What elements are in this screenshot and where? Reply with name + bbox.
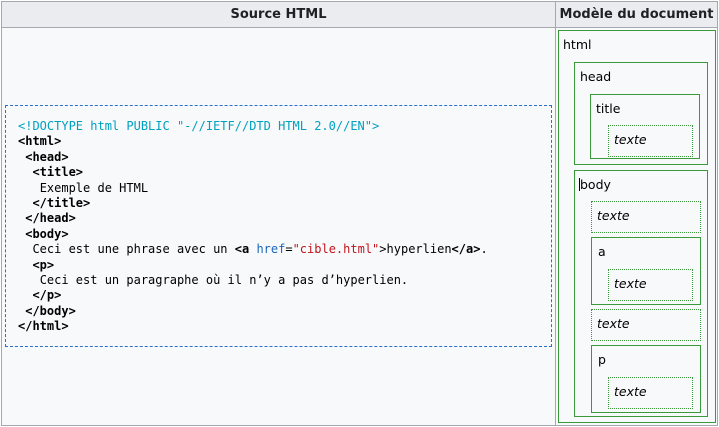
code-a-attr-value: "cible.html" [292, 242, 380, 257]
code-a-attr-eq: = [285, 242, 293, 257]
code-a-close: </a> [451, 242, 481, 257]
node-title-label: title [596, 101, 621, 116]
node-title-text-label: texte [614, 132, 647, 147]
code-body-text: Ceci est une phrase avec un [32, 242, 235, 257]
code-doctype: <!DOCTYPE html PUBLIC "-//IETF//DTD HTML… [18, 119, 380, 133]
node-body-text-2-label: texte [597, 316, 630, 331]
node-p-text-label: texte [614, 384, 647, 399]
node-body-text-1-label: texte [597, 208, 630, 223]
code-a-text: hyperlien [386, 242, 452, 257]
node-a-text-label: texte [614, 276, 647, 291]
code-body-close: </body> [25, 303, 76, 318]
code-title-text: Exemple de HTML [39, 180, 149, 195]
code-a-open: <a [234, 242, 250, 257]
code-html-close: </html> [18, 319, 69, 334]
node-body-label: body [580, 177, 611, 192]
code-p-text: Ceci est un paragraphe où il n’y a pas d… [39, 273, 409, 288]
node-a-label: a [598, 244, 606, 259]
code-title-open: <title> [32, 165, 84, 180]
code-p-open: <p> [32, 257, 55, 272]
code-html-open: <html> [18, 134, 62, 149]
code-body-open: <body> [25, 226, 69, 241]
code-title-close: </title> [32, 196, 91, 211]
node-html-label: html [563, 37, 592, 52]
code-a-attr-name: href [256, 242, 286, 257]
document-model-header: Modèle du document [555, 1, 718, 28]
node-p-label: p [598, 352, 606, 367]
source-html-header: Source HTML [1, 1, 556, 28]
node-head-label: head [580, 69, 612, 84]
source-code: <!DOCTYPE html PUBLIC "-//IETF//DTD HTML… [18, 119, 548, 335]
code-head-close: </head> [25, 211, 76, 226]
code-a-open-end: > [379, 242, 387, 257]
code-p-close: </p> [32, 288, 62, 303]
code-body-text-end: . [480, 242, 488, 257]
code-head-open: <head> [25, 149, 69, 164]
